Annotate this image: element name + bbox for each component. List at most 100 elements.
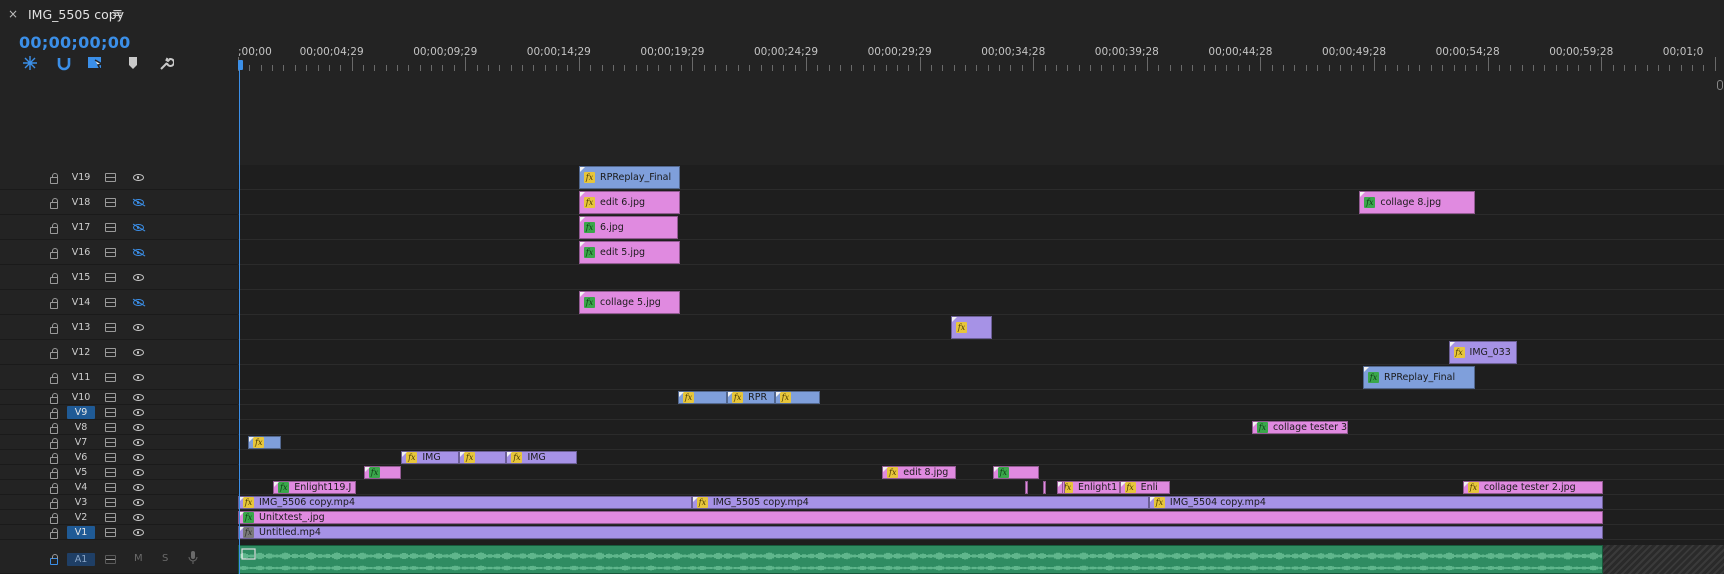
sync-lock-icon[interactable] — [105, 273, 116, 282]
track-name[interactable]: V6 — [67, 451, 95, 464]
sync-lock-icon[interactable] — [105, 248, 116, 257]
track-header-v7[interactable]: V7 — [0, 435, 238, 450]
clip[interactable] — [1061, 481, 1065, 494]
lock-icon[interactable] — [50, 452, 58, 464]
clip[interactable]: fx IMG_5506 copy.mp4 — [238, 496, 692, 509]
track-name[interactable]: V19 — [67, 171, 95, 184]
clip[interactable]: fx Unitxtest_.jpg — [238, 511, 1603, 524]
track-header-v8[interactable]: V8 — [0, 420, 238, 435]
clip[interactable]: fx IMG_033 — [1448, 341, 1518, 364]
eye-icon[interactable] — [133, 394, 144, 401]
track-name[interactable]: V16 — [67, 246, 95, 259]
eye-icon[interactable] — [133, 199, 144, 206]
snap-magnet-icon[interactable] — [55, 55, 73, 71]
lock-icon[interactable] — [50, 322, 58, 334]
vertical-scrollbar[interactable] — [1717, 80, 1723, 90]
lock-icon[interactable] — [50, 222, 58, 234]
eye-icon[interactable] — [133, 529, 144, 536]
track-header-v4[interactable]: V4 — [0, 480, 238, 495]
eye-icon[interactable] — [133, 249, 144, 256]
track-name[interactable]: V10 — [67, 391, 95, 404]
track-name-a1[interactable]: A1 — [67, 553, 95, 566]
track-header-v10[interactable]: V10 — [0, 390, 238, 405]
clip[interactable]: fx collage 8.jpg — [1359, 191, 1475, 214]
solo-button[interactable]: S — [162, 553, 168, 564]
wrench-icon[interactable] — [157, 55, 175, 71]
clip[interactable]: fx — [364, 466, 402, 479]
clip[interactable]: fx RPR — [727, 391, 775, 404]
track-header-v2[interactable]: V2 — [0, 510, 238, 525]
eye-icon[interactable] — [133, 514, 144, 521]
clip[interactable] — [1043, 481, 1047, 494]
clip[interactable]: fx Enlight119.J — [273, 481, 357, 494]
track-header-v16[interactable]: V16 — [0, 240, 238, 265]
playhead-timecode[interactable]: 00;00;00;00 — [19, 33, 131, 52]
lock-icon[interactable] — [50, 482, 58, 494]
lock-icon[interactable] — [50, 407, 58, 419]
eye-icon[interactable] — [133, 174, 144, 181]
eye-icon[interactable] — [133, 224, 144, 231]
track-name[interactable]: V17 — [67, 221, 95, 234]
track-header-v11[interactable]: V11 — [0, 365, 238, 390]
clip[interactable]: fx — [459, 451, 507, 464]
sync-lock-icon[interactable] — [105, 468, 116, 477]
lock-icon[interactable] — [50, 437, 58, 449]
sync-lock-icon[interactable] — [105, 223, 116, 232]
clip[interactable]: fx IMG — [401, 451, 460, 464]
eye-icon[interactable] — [133, 374, 144, 381]
playhead-line[interactable] — [239, 70, 240, 574]
lock-icon[interactable] — [50, 392, 58, 404]
track-name[interactable]: V18 — [67, 196, 95, 209]
sync-lock-icon[interactable] — [105, 483, 116, 492]
clip[interactable]: fx Untitled.mp4 — [238, 526, 1603, 539]
track-header-v13[interactable]: V13 — [0, 315, 238, 340]
track-name[interactable]: V2 — [67, 511, 95, 524]
sync-lock-icon[interactable] — [105, 393, 116, 402]
clip[interactable]: fx IMG_5504 copy.mp4 — [1148, 496, 1603, 509]
sync-lock-icon[interactable] — [105, 373, 116, 382]
track-header-v3[interactable]: V3 — [0, 495, 238, 510]
lock-icon[interactable] — [50, 497, 58, 509]
clip[interactable]: fx — [248, 436, 282, 449]
track-header-v6[interactable]: V6 — [0, 450, 238, 465]
track-header-v12[interactable]: V12 — [0, 340, 238, 365]
track-name[interactable]: V13 — [67, 321, 95, 334]
clip[interactable]: fx IMG_5505 copy.mp4 — [691, 496, 1149, 509]
microphone-icon[interactable] — [188, 551, 198, 565]
sync-lock-icon[interactable] — [105, 348, 116, 357]
clip[interactable]: fx — [992, 466, 1039, 479]
track-name[interactable]: V14 — [67, 296, 95, 309]
lock-icon[interactable] — [50, 372, 58, 384]
sync-lock-icon[interactable] — [105, 498, 116, 507]
lock-icon[interactable] — [50, 272, 58, 284]
track-name[interactable]: V3 — [67, 496, 95, 509]
track-name[interactable]: V8 — [67, 421, 95, 434]
clip[interactable]: fx RPReplay_Final — [1362, 366, 1475, 389]
track-header-v9[interactable]: V9 — [0, 405, 238, 420]
track-name[interactable]: V11 — [67, 371, 95, 384]
clip[interactable]: fx — [950, 316, 993, 339]
lock-icon[interactable] — [50, 527, 58, 539]
clip[interactable]: fx edit 6.jpg — [579, 191, 681, 214]
clip[interactable]: fx edit 8.jpg — [882, 466, 957, 479]
sync-lock-icon[interactable] — [105, 453, 116, 462]
track-name[interactable]: V5 — [67, 466, 95, 479]
clip[interactable]: fx IMG — [506, 451, 578, 464]
eye-icon[interactable] — [133, 484, 144, 491]
lock-icon[interactable] — [50, 347, 58, 359]
track-name[interactable]: V7 — [67, 436, 95, 449]
track-name[interactable]: V9 — [67, 406, 95, 419]
lock-icon[interactable] — [50, 247, 58, 259]
track-header-a1[interactable]: A1 M S — [0, 545, 238, 574]
add-marker-icon[interactable] — [124, 55, 142, 71]
clip[interactable]: fx — [774, 391, 821, 404]
clip[interactable] — [1025, 481, 1029, 494]
sync-lock-icon[interactable] — [105, 323, 116, 332]
audio-clip[interactable] — [238, 545, 1603, 574]
clip[interactable]: fx collage tester 3 — [1251, 421, 1348, 434]
sync-lock-icon[interactable] — [105, 173, 116, 182]
eye-icon[interactable] — [133, 349, 144, 356]
eye-icon[interactable] — [133, 424, 144, 431]
clip[interactable]: fx edit 5.jpg — [579, 241, 681, 264]
lock-icon[interactable] — [50, 197, 58, 209]
